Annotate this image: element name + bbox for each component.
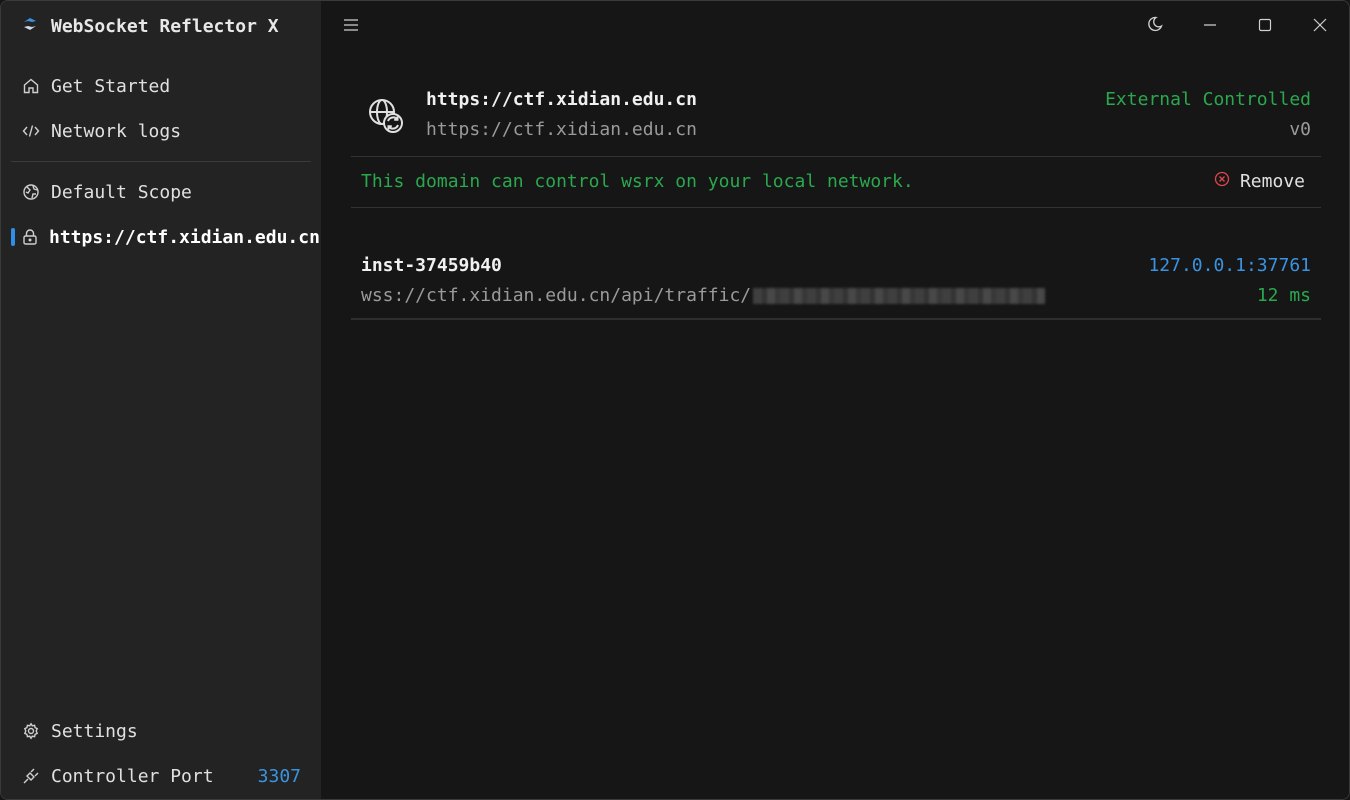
app-title: WebSocket Reflector X [21,14,279,38]
sidebar-divider [11,161,311,162]
maximize-icon [1258,17,1272,36]
lock-icon [21,227,39,247]
divider [351,207,1321,208]
moon-icon [1147,16,1163,36]
instance-url: wss://ctf.xidian.edu.cn/api/traffic/ [361,285,1046,306]
close-button[interactable] [1305,11,1335,41]
home-icon [21,76,41,96]
scope-version: v0 [1289,119,1311,140]
sidebar-item-label: Controller Port [51,765,214,787]
sidebar-item-label: Network logs [51,120,182,142]
instance-local-address[interactable]: 127.0.0.1:37761 [1148,255,1311,276]
app-title-text: WebSocket Reflector X [51,15,279,37]
menu-button[interactable] [336,11,366,41]
sidebar-item-ctf-xidian[interactable]: https://ctf.xidian.edu.cn [11,217,320,257]
divider [351,156,1321,157]
globe-sync-icon [367,97,407,137]
active-indicator [11,228,15,246]
sidebar-item-controller-port[interactable]: Controller Port 3307 [11,756,311,796]
app-logo-icon [21,15,39,38]
sidebar-item-label: Settings [51,720,138,742]
code-icon [21,121,41,141]
sidebar-item-default-scope[interactable]: Default Scope [11,172,311,212]
remove-label: Remove [1239,171,1305,192]
close-icon [1313,17,1327,36]
scope-status: External Controlled [1105,89,1311,110]
remove-circle-icon [1214,171,1230,192]
minimize-button[interactable] [1195,11,1225,41]
sidebar-item-label: Default Scope [51,181,192,203]
minimize-icon [1203,17,1217,36]
sidebar-item-settings[interactable]: Settings [11,711,311,751]
sidebar: WebSocket Reflector X Get Started Networ… [1,1,321,799]
gear-icon [21,721,41,741]
maximize-button[interactable] [1250,11,1280,41]
scope-subtitle: https://ctf.xidian.edu.cn [426,119,697,140]
main-panel: https://ctf.xidian.edu.cn https://ctf.xi… [321,1,1349,799]
divider [351,318,1321,320]
redacted-token [753,287,1046,304]
remove-button[interactable]: Remove [1214,171,1305,192]
sidebar-item-label: Get Started [51,75,171,97]
instance-url-prefix: wss://ctf.xidian.edu.cn/api/traffic/ [361,285,752,306]
scope-title: https://ctf.xidian.edu.cn [426,89,697,110]
instance-latency: 12 ms [1256,285,1311,306]
scope-header: https://ctf.xidian.edu.cn https://ctf.xi… [351,81,1321,141]
globe-icon [21,182,41,202]
plug-icon [21,766,41,786]
sidebar-item-label: https://ctf.xidian.edu.cn [49,226,320,248]
instance-name[interactable]: inst-37459b40 [361,255,502,276]
scope-notice: This domain can control wsrx on your loc… [361,171,914,192]
app-window: WebSocket Reflector X Get Started Networ… [0,0,1350,800]
sidebar-item-network-logs[interactable]: Network logs [11,111,311,151]
sidebar-item-get-started[interactable]: Get Started [11,66,311,106]
controller-port-value: 3307 [257,765,301,787]
hamburger-icon [343,17,359,36]
theme-toggle-button[interactable] [1140,11,1170,41]
